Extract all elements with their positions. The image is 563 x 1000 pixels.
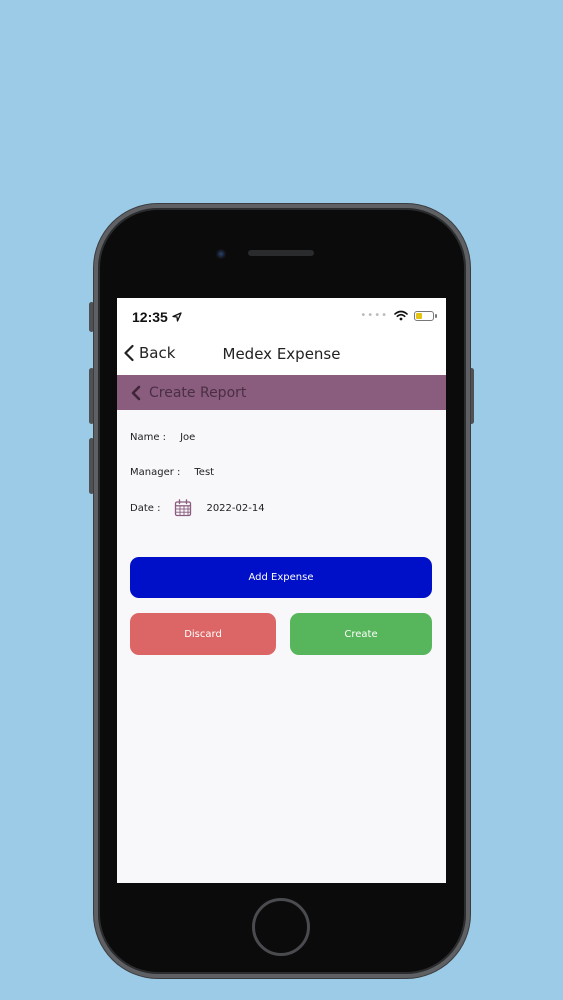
manager-label: Manager : (130, 467, 181, 478)
manager-value: Test (194, 467, 215, 478)
page-title: Medex Expense (222, 345, 341, 363)
calendar-icon[interactable] (174, 499, 192, 517)
status-time: 12:35 (132, 309, 182, 325)
manager-row: Manager : Test (130, 467, 214, 478)
home-button[interactable] (252, 898, 310, 956)
add-expense-button[interactable]: Add Expense (130, 557, 432, 598)
name-row: Name : Joe (130, 432, 195, 443)
front-camera (216, 249, 226, 259)
signal-dots-icon: •••• (360, 310, 388, 321)
discard-button[interactable]: Discard (130, 613, 276, 655)
location-arrow-icon (172, 312, 182, 322)
create-button[interactable]: Create (290, 613, 432, 655)
navigation-bar: Back Medex Expense (117, 336, 446, 375)
section-back-button[interactable] (131, 385, 141, 401)
name-label: Name : (130, 432, 167, 443)
earpiece-speaker (248, 250, 314, 256)
status-bar: 12:35 •••• (117, 298, 446, 336)
app-screen: 12:35 •••• Back Medex Expense Create Rep… (117, 298, 446, 883)
battery-charging-icon (414, 310, 437, 321)
name-value: Joe (180, 432, 196, 443)
status-time-text: 12:35 (132, 309, 168, 325)
section-title: Create Report (149, 384, 247, 401)
date-value[interactable]: 2022-02-14 (206, 503, 264, 514)
device-stage: 12:35 •••• Back Medex Expense Create Rep… (0, 0, 563, 1000)
status-indicators: •••• (360, 310, 437, 321)
wifi-icon (394, 310, 408, 321)
battery-level (416, 312, 423, 319)
chevron-left-icon (131, 385, 141, 400)
date-row: Date : 2022-02-14 (130, 499, 265, 517)
date-label: Date : (130, 502, 161, 514)
create-report-header: Create Report (117, 375, 446, 410)
